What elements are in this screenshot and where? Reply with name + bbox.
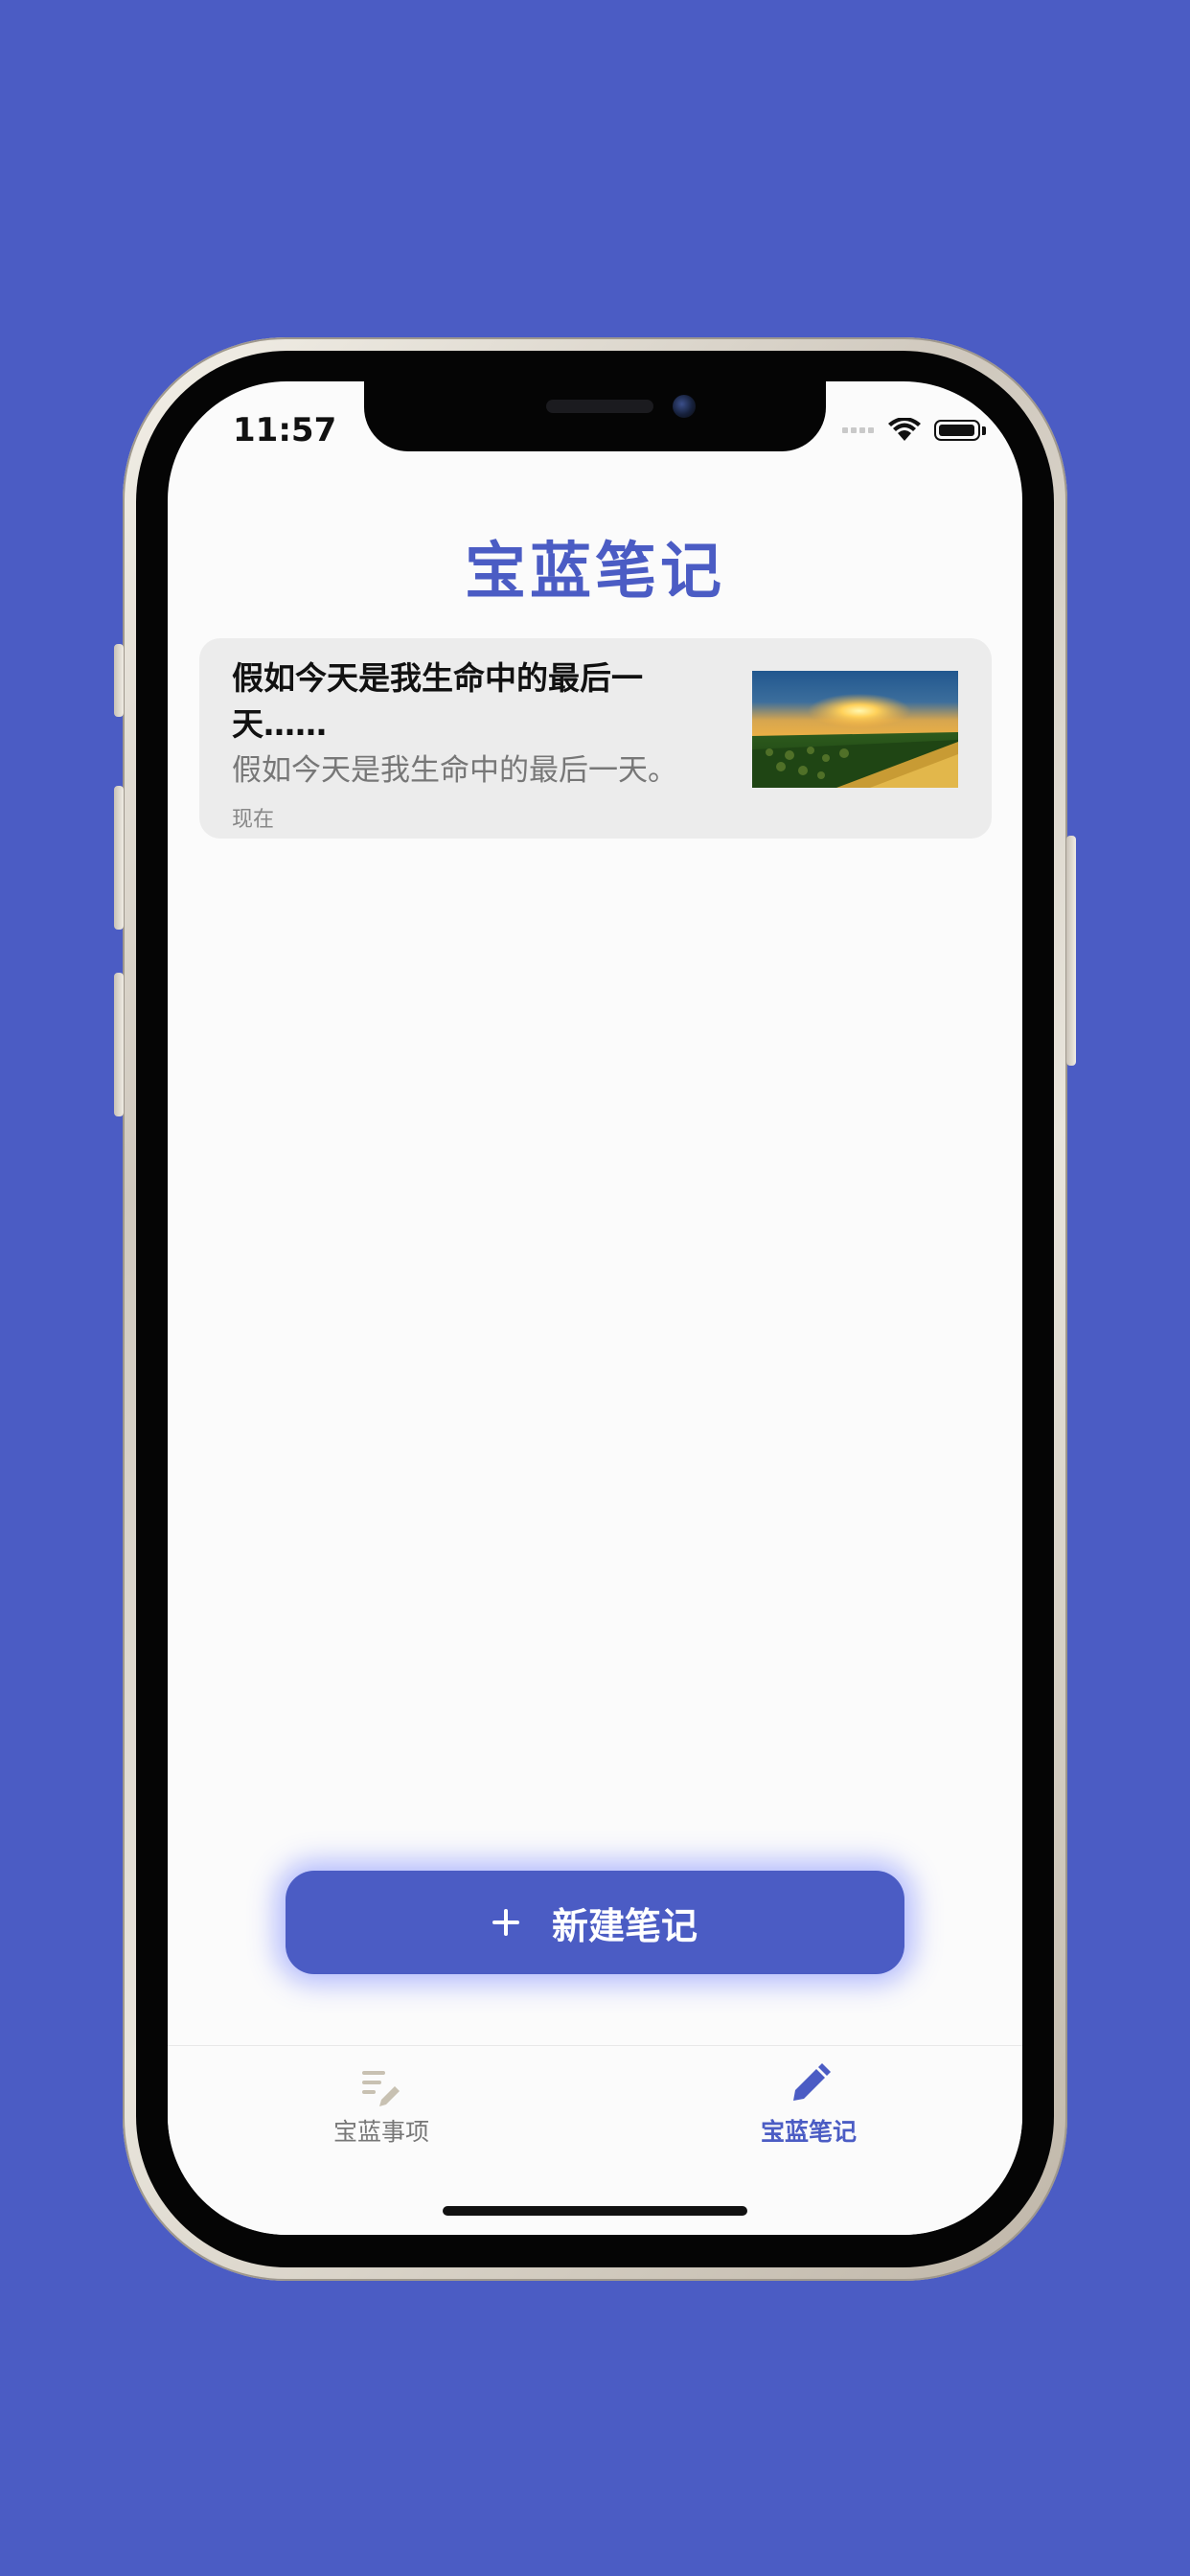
notch xyxy=(364,381,826,451)
pencil-icon xyxy=(793,2063,831,2101)
volume-up-button xyxy=(114,786,124,930)
note-card[interactable]: 假如今天是我生命中的最后一天…… 假如今天是我生命中的最后一天。 现在 xyxy=(199,638,992,839)
edit-note-icon xyxy=(362,2071,400,2106)
volume-down-button xyxy=(114,973,124,1116)
action-button xyxy=(114,644,124,717)
wifi-icon xyxy=(888,418,921,441)
sunset-field-image xyxy=(752,671,958,788)
battery-icon xyxy=(934,420,980,441)
cellular-signal-icon xyxy=(842,427,877,433)
new-note-label: 新建笔记 xyxy=(551,1904,698,1947)
app-screen: 11:57 宝蓝笔记 假如今天是我生命中的最后一天…… 假如今天是我生命中的最后… xyxy=(168,381,1022,2235)
tab-notes[interactable]: 宝蓝笔记 xyxy=(722,2063,895,2148)
front-camera xyxy=(673,395,696,418)
tab-todos[interactable]: 宝蓝事项 xyxy=(295,2063,468,2148)
new-note-button[interactable]: 新建笔记 xyxy=(286,1871,904,1974)
page-title: 宝蓝笔记 xyxy=(465,537,725,608)
note-preview: 假如今天是我生命中的最后一天。 xyxy=(232,753,677,788)
tab-notes-label: 宝蓝笔记 xyxy=(760,2118,857,2146)
plus-icon xyxy=(492,1909,519,1936)
home-indicator xyxy=(443,2206,747,2216)
tab-todos-label: 宝蓝事项 xyxy=(332,2118,429,2146)
note-time: 现在 xyxy=(232,808,275,832)
status-indicators xyxy=(842,418,986,443)
note-title: 假如今天是我生命中的最后一天…… xyxy=(232,659,643,743)
status-time: 11:57 xyxy=(233,411,337,449)
power-button xyxy=(1066,836,1076,1066)
speaker xyxy=(546,400,653,413)
